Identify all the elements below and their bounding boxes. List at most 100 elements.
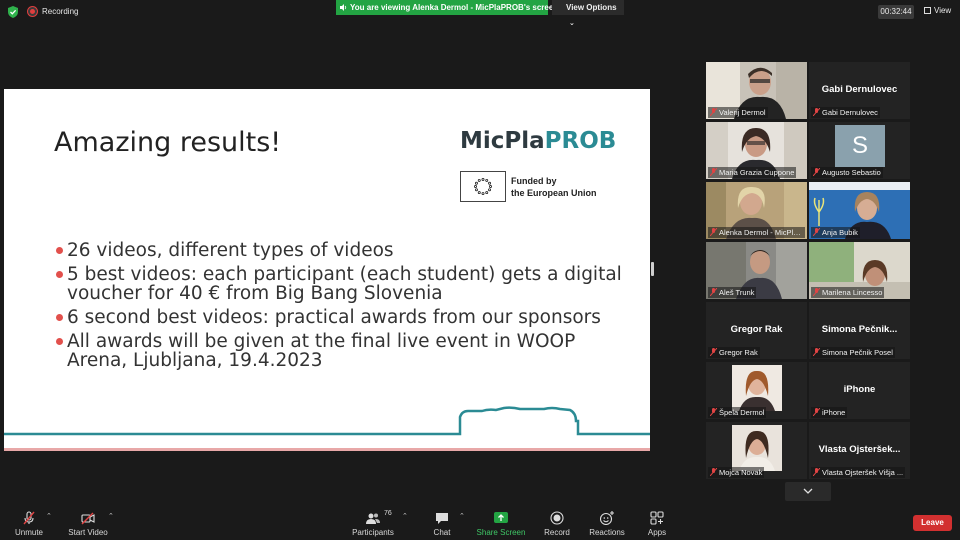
participant-tile[interactable]: Simona Pečnik... Simona Pečnik Posel	[809, 302, 910, 359]
participant-tile[interactable]: Valerij Dermol	[706, 62, 807, 119]
shared-screen-slide: Amazing results! MicPlaPROB Funded by th…	[4, 89, 650, 451]
leave-button[interactable]: Leave	[913, 515, 952, 531]
participant-big-name: Gabi Dernulovec	[821, 84, 898, 95]
slide-title: Amazing results!	[54, 127, 282, 158]
participant-name-label: Augusto Sebastio	[811, 167, 883, 178]
participant-name: Aleš Trunk	[719, 288, 755, 297]
chevron-down-icon: ⌄	[569, 20, 575, 27]
participant-name: Gregor Rak	[719, 348, 758, 357]
participant-name: Valerij Dermol	[719, 108, 766, 117]
participant-big-name: iPhone	[843, 384, 876, 395]
video-off-icon	[81, 512, 95, 525]
muted-mic-icon	[813, 468, 820, 476]
muted-mic-icon	[23, 511, 35, 525]
participants-label: Participants	[352, 528, 394, 537]
apps-label: Apps	[647, 528, 667, 537]
muted-mic-icon	[710, 228, 717, 236]
grid-icon	[924, 7, 931, 14]
share-screen-button[interactable]: Share Screen	[476, 504, 526, 540]
apps-icon	[650, 511, 664, 525]
slide-bullet: All awards will be given at the final li…	[55, 332, 625, 370]
view-options-button[interactable]: View Options ⌄	[552, 0, 624, 27]
participant-name-label: Valerij Dermol	[708, 107, 768, 118]
muted-mic-icon	[813, 288, 820, 296]
record-button[interactable]: Record	[538, 504, 576, 540]
participant-avatar: S	[835, 125, 885, 167]
participant-tile[interactable]: Mojca Novak	[706, 422, 807, 479]
participant-name: Augusto Sebastio	[822, 168, 881, 177]
participant-name: Maria Grazia Cuppone	[719, 168, 795, 177]
start-video-button[interactable]: Start Video	[64, 504, 112, 540]
unmute-button[interactable]: Unmute	[8, 504, 50, 540]
reactions-button[interactable]: Reactions	[586, 504, 628, 540]
micplaprob-logo: MicPlaPROB	[460, 128, 616, 154]
participant-tile[interactable]: Anja Bubik	[809, 182, 910, 239]
muted-mic-icon	[710, 408, 717, 416]
panel-resize-handle[interactable]	[651, 262, 654, 276]
zoom-meeting-window: Recording You are viewing Alenka Dermol …	[0, 0, 960, 540]
chevron-up-icon[interactable]: ⌃	[459, 512, 465, 520]
apps-button[interactable]: Apps	[640, 504, 674, 540]
share-screen-label: Share Screen	[476, 528, 526, 537]
slide-bullet: 5 best videos: each participant (each st…	[55, 265, 625, 303]
shield-icon[interactable]	[8, 6, 18, 18]
participant-tile[interactable]: Gabi Dernulovec Gabi Dernulovec	[809, 62, 910, 119]
participant-big-name: Vlasta Ojsteršek...	[818, 444, 901, 455]
participant-big-name: Simona Pečnik...	[821, 324, 898, 335]
muted-mic-icon	[813, 168, 820, 176]
participant-tile[interactable]: Gregor Rak Gregor Rak	[706, 302, 807, 359]
muted-mic-icon	[710, 468, 717, 476]
slide-bullet: 26 videos, different types of videos	[55, 241, 625, 260]
chat-button[interactable]: Chat	[424, 504, 460, 540]
unmute-label: Unmute	[14, 528, 43, 537]
reactions-label: Reactions	[589, 528, 625, 537]
participant-name-label: Anja Bubik	[811, 227, 860, 238]
participant-name-label: Simona Pečnik Posel	[811, 347, 895, 358]
participant-name-label: Vlasta Ojsteršek Višja ...	[811, 467, 906, 478]
chat-icon	[436, 513, 448, 524]
eu-flag-icon	[460, 171, 506, 202]
participant-tile[interactable]: Aleš Trunk	[706, 242, 807, 299]
participant-name: Vlasta Ojsteršek Višja ...	[822, 468, 904, 477]
participant-name-label: Gregor Rak	[708, 347, 760, 358]
chevron-up-icon[interactable]: ⌃	[108, 512, 114, 520]
participant-name-label: Marilena Lincesso	[811, 287, 885, 298]
eu-funding-text: Funded by the European Union	[511, 175, 597, 199]
start-video-label: Start Video	[68, 528, 108, 537]
participant-tile[interactable]: Maria Grazia Cuppone	[706, 122, 807, 179]
participant-name-label: Špela Dermol	[708, 407, 767, 418]
view-label: View	[934, 6, 952, 15]
participant-tile[interactable]: Špela Dermol	[706, 362, 807, 419]
view-button[interactable]: View	[924, 6, 951, 15]
participant-tile[interactable]: Vlasta Ojsteršek... Vlasta Ojsteršek Viš…	[809, 422, 910, 479]
meeting-timer: 00:32:44	[878, 5, 914, 19]
participant-tile-active-speaker[interactable]: Alenka Dermol - MicPlaPR...	[706, 182, 807, 239]
participant-name: Mojca Novak	[719, 468, 763, 477]
participant-tile[interactable]: iPhone iPhone	[809, 362, 910, 419]
muted-mic-icon	[710, 288, 717, 296]
muted-mic-icon	[813, 228, 820, 236]
participant-name-label: Aleš Trunk	[708, 287, 757, 298]
gallery-scroll-down-button[interactable]	[785, 482, 831, 501]
participant-name: iPhone	[822, 408, 846, 417]
participant-tile[interactable]: Marilena Lincesso	[809, 242, 910, 299]
muted-mic-icon	[813, 108, 820, 116]
top-bar: Recording You are viewing Alenka Dermol …	[0, 0, 960, 27]
chevron-up-icon[interactable]: ⌃	[402, 512, 408, 520]
participant-tile[interactable]: S Augusto Sebastio	[809, 122, 910, 179]
participant-name-label: Alenka Dermol - MicPlaPR...	[708, 227, 805, 238]
chevron-up-icon[interactable]: ⌃	[46, 512, 52, 520]
recording-label: Recording	[42, 7, 79, 16]
participant-name-label: Maria Grazia Cuppone	[708, 167, 797, 178]
slide-bullet-list: 26 videos, different types of videos 5 b…	[55, 241, 625, 375]
participants-icon	[366, 513, 380, 524]
view-options-label: View Options	[566, 3, 617, 12]
record-icon	[550, 511, 564, 525]
participant-name: Alenka Dermol - MicPlaPR...	[719, 228, 805, 237]
reactions-icon	[600, 511, 614, 525]
muted-mic-icon	[710, 108, 717, 116]
participant-count: 76	[384, 510, 392, 517]
chat-label: Chat	[433, 528, 451, 537]
logo-part1: MicPla	[460, 128, 545, 154]
participant-name: Anja Bubik	[822, 228, 858, 237]
